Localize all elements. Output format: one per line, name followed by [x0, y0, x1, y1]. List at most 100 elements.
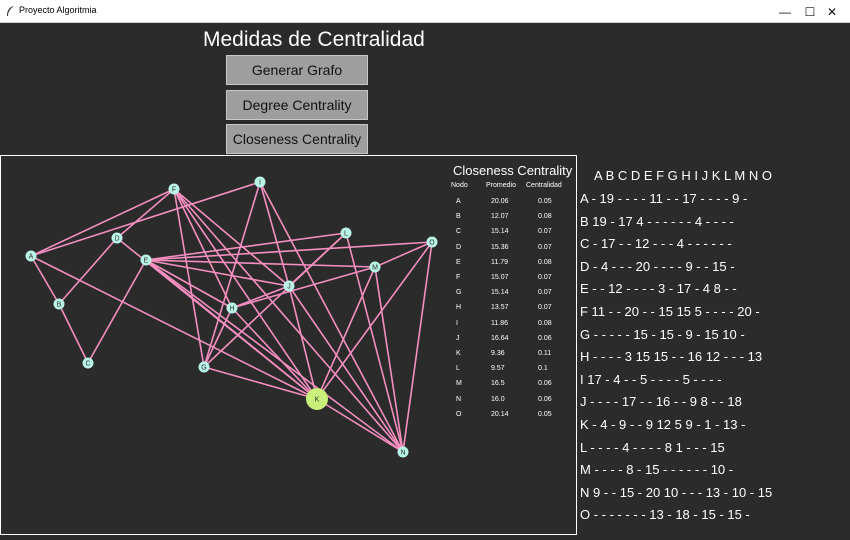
graph-edge-j-n — [288, 285, 404, 453]
table-cell: 16.5 — [491, 380, 505, 388]
matrix-row: J - - - - 17 - - 16 - - 9 8 - - 18 — [580, 394, 742, 410]
graph-node-b: B — [53, 298, 65, 310]
degree-centrality-button[interactable]: Degree Centrality — [226, 90, 368, 120]
matrix-header: A B C D E F G H I J K L M N O — [594, 168, 772, 183]
graph-node-m: M — [369, 261, 381, 273]
matrix-row: F 11 - - 20 - - 15 15 5 - - - - 20 - — [580, 304, 760, 319]
graph-node-n: N — [397, 446, 409, 458]
svg-text:B: B — [57, 302, 62, 309]
svg-text:K: K — [315, 397, 320, 404]
matrix-row: K - 4 - 9 - - 9 12 5 9 - 1 - 13 - — [580, 417, 746, 432]
graph-edge-e-k — [145, 259, 318, 400]
closeness-centrality-button[interactable]: Closeness Centrality — [226, 124, 368, 154]
closeness-header-cell: Centralidad — [526, 182, 562, 189]
table-cell: 13.57 — [491, 304, 509, 312]
table-cell: L — [456, 365, 460, 373]
graph-node-g: G — [198, 361, 210, 373]
table-cell: 16.0 — [491, 395, 505, 403]
svg-text:I: I — [259, 180, 261, 187]
generate-graph-button[interactable]: Generar Grafo — [226, 55, 368, 85]
graph-edge-j-k — [288, 285, 318, 400]
table-cell: 12.07 — [491, 213, 509, 221]
graph-node-j: J — [283, 280, 295, 292]
closeness-header-cell: Promedio — [486, 182, 516, 189]
matrix-row: I 17 - 4 - - 5 - - - - 5 - - - - — [580, 371, 722, 387]
graph-edge-e-n — [145, 259, 404, 453]
svg-text:L: L — [344, 231, 348, 238]
matrix-row: G - - - - - 15 - 15 - 9 - 15 10 - — [580, 326, 745, 342]
graph-node-o: O — [426, 236, 438, 248]
table-cell: K — [456, 350, 461, 357]
table-cell: I — [456, 319, 458, 327]
table-cell: 0.1 — [538, 365, 548, 373]
table-cell: 0.07 — [538, 304, 552, 312]
table-cell: 20.06 — [491, 198, 509, 205]
window-title: Proyecto Algoritmia — [19, 5, 97, 15]
table-cell: 20.14 — [491, 410, 509, 418]
svg-text:O: O — [429, 240, 435, 247]
table-cell: 0.11 — [538, 350, 552, 357]
graph-node-c: C — [82, 357, 94, 369]
graph-node-k: K — [306, 388, 328, 410]
graph-edge-k-n — [316, 398, 404, 453]
table-cell: 11.86 — [491, 319, 508, 327]
table-cell: 15.14 — [491, 228, 509, 236]
table-cell: C — [456, 228, 462, 236]
svg-text:H: H — [229, 306, 234, 313]
svg-text:C: C — [85, 361, 90, 368]
svg-text:E: E — [144, 258, 149, 265]
matrix-row: C - 17 - - 12 - - - 4 - - - - - - — [580, 236, 732, 252]
graph-edge-h-k — [231, 307, 318, 400]
svg-text:M: M — [372, 265, 378, 272]
table-cell: 0.07 — [538, 228, 552, 236]
svg-text:D: D — [114, 236, 119, 243]
table-cell: J — [456, 334, 460, 342]
table-cell: B — [456, 213, 461, 221]
table-cell: E — [456, 258, 461, 266]
close-icon[interactable]: ✕ — [812, 0, 850, 23]
graph-edge-f-k — [173, 188, 318, 400]
table-cell: 0.08 — [538, 319, 552, 327]
graph-node-d: D — [111, 232, 123, 244]
table-cell: 0.07 — [538, 289, 552, 297]
closeness-title: Closeness Centrality — [453, 163, 573, 178]
table-cell: M — [456, 380, 462, 388]
graph-edge-a-i — [30, 181, 261, 257]
matrix-row: M - - - - 8 - 15 - - - - - - 10 - — [580, 462, 734, 478]
matrix-row: E - - 12 - - - - 3 - 17 - 4 8 - - — [580, 281, 737, 297]
matrix-row: L - - - - 4 - - - - 8 1 - - - 15 — [580, 439, 725, 455]
table-cell: D — [456, 243, 462, 251]
page-title: Medidas de Centralidad — [203, 28, 425, 51]
graph-node-l: L — [340, 227, 352, 239]
graph-edge-e-l — [145, 232, 347, 261]
table-cell: H — [456, 304, 462, 312]
graph-node-a: A — [25, 250, 37, 262]
graph-node-e: E — [140, 254, 152, 266]
matrix-row: B 19 - 17 4 - - - - - - 4 - - - - — [580, 213, 734, 229]
table-cell: 0.06 — [538, 395, 552, 403]
closeness-header-cell: Nodo — [451, 182, 468, 189]
matrix-row: H - - - - 3 15 15 - - 16 12 - - - 13 — [580, 349, 763, 365]
svg-text:G: G — [201, 365, 206, 372]
graph-edge-g-h — [203, 307, 233, 368]
table-cell: 0.08 — [538, 258, 552, 266]
table-cell: 15.07 — [491, 274, 509, 281]
graph-edge-g-k — [203, 366, 318, 400]
graph-edge-c-e — [87, 259, 147, 364]
graph-edge-b-c — [58, 303, 89, 364]
table-cell: O — [456, 410, 462, 418]
graph-node-h: H — [226, 302, 238, 314]
graph-node-i: I — [254, 176, 266, 188]
table-cell: 0.05 — [538, 410, 552, 418]
graph-edge-d-f — [116, 188, 175, 239]
graph-edge-a-k — [30, 255, 318, 400]
table-cell: 0.06 — [538, 380, 552, 388]
matrix-row: D - 4 - - - 20 - - - - 9 - - 15 - — [580, 258, 735, 274]
table-cell: F — [456, 274, 461, 281]
graph-node-f: F — [168, 183, 180, 195]
table-cell: A — [456, 198, 461, 205]
table-cell: 11.79 — [491, 258, 508, 266]
table-cell: 0.06 — [538, 334, 552, 342]
table-cell: 0.07 — [538, 274, 552, 281]
graph-edge-e-o — [145, 241, 433, 261]
